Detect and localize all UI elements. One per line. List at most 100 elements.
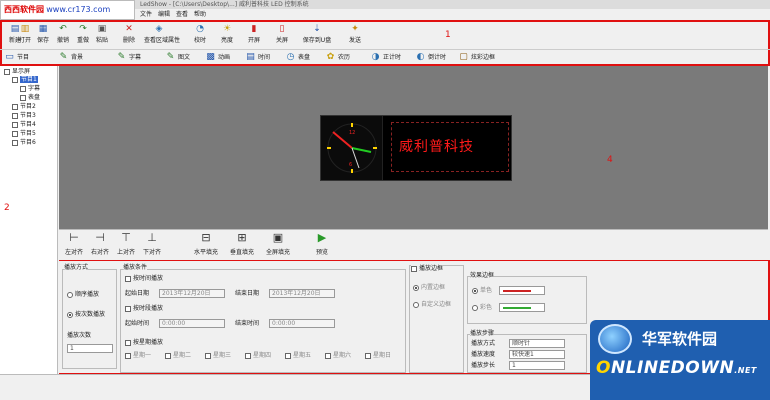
border-checkbox[interactable]: 播放边框 [411, 265, 444, 273]
align-button-3[interactable]: ⊥ 下对齐 [137, 232, 167, 256]
insert-button-10[interactable]: ▢ 炫彩边框 [458, 52, 495, 63]
toolbar-button-7[interactable]: ◈ 查看区域属性 [144, 24, 180, 44]
end-time-input[interactable]: 0:00:00 [269, 319, 335, 328]
border-mode-select[interactable]: 顺时针 [509, 339, 565, 348]
menu-help[interactable]: 帮助 [194, 9, 206, 20]
toolbar-button-5[interactable]: ▣ 粘贴 [87, 24, 117, 44]
week-checkbox[interactable]: 按星期播放 [125, 339, 163, 347]
checkbox-icon[interactable] [205, 352, 211, 359]
weekday-checkbox[interactable]: 星期二 [165, 352, 191, 360]
program-node-icon[interactable] [12, 76, 18, 83]
align-button-7[interactable]: ▶ 预览 [307, 232, 337, 256]
time-checkbox[interactable]: 按时段播放 [125, 305, 163, 313]
expand-icon[interactable] [4, 68, 10, 75]
checkbox-icon[interactable] [125, 352, 131, 359]
toolbar-button-13[interactable]: ✦ 发送 [340, 24, 370, 44]
border-speed-select[interactable]: 较快速1 [509, 350, 565, 359]
weekday-checkbox[interactable]: 星期一 [125, 352, 151, 360]
border-step-select[interactable]: 1 [509, 361, 565, 370]
preset-border-radio[interactable]: 内置边框 [413, 284, 445, 292]
align-button-4[interactable]: ⊟ 水平填充 [191, 232, 221, 256]
fill-screen-icon: ▣ [272, 231, 284, 244]
align-button-5[interactable]: ⊞ 垂直填充 [227, 232, 257, 256]
program-node-icon[interactable] [12, 112, 18, 119]
insert-button-8[interactable]: ◑ 正计时 [370, 52, 401, 63]
toolbar-button-12[interactable]: ⇣ 保存到U盘 [302, 24, 332, 44]
colorful-swatch[interactable] [499, 303, 545, 312]
clock-sync-icon: ◔ [196, 24, 204, 34]
toolbar-button-9[interactable]: ☀ 亮度 [212, 24, 242, 44]
radio-icon[interactable] [472, 304, 478, 311]
clock-dial-region[interactable]: 12 6 [321, 116, 383, 180]
toolbar-button-10[interactable]: ▮ 开屏 [239, 24, 269, 44]
start-date-input[interactable]: 2013年12月20日 [159, 289, 225, 298]
checkbox-icon[interactable] [411, 265, 417, 272]
insert-button-7[interactable]: ✿ 农历 [325, 52, 350, 63]
insert-button-1[interactable]: ✎ 背景 [58, 52, 83, 63]
program-tree[interactable]: 显示屏 节目1 字幕 表盘 节目2 节目3 节目4 节目5 节目6 [0, 66, 58, 400]
single-color-swatch[interactable] [499, 286, 545, 295]
insert-button-6[interactable]: ◷ 表盘 [285, 52, 310, 63]
radio-selected-icon[interactable] [67, 311, 73, 318]
date-checkbox[interactable]: 按时间播放 [125, 275, 163, 283]
align-button-6[interactable]: ▣ 全屏填充 [263, 231, 293, 256]
toolbar-button-6[interactable]: ✕ 删除 [114, 24, 144, 44]
checkbox-icon[interactable] [165, 352, 171, 359]
radio-icon[interactable] [413, 301, 419, 308]
tree-item[interactable]: 节目6 [12, 139, 36, 147]
insert-button-3[interactable]: ✎ 图文 [165, 52, 190, 63]
checkbox-icon[interactable] [125, 339, 131, 346]
weekday-checkbox[interactable]: 星期六 [325, 352, 351, 360]
program-node-icon[interactable] [12, 103, 18, 110]
weekday-checkbox[interactable]: 星期三 [205, 352, 231, 360]
program-node-icon[interactable] [12, 121, 18, 128]
checkbox-icon[interactable] [245, 352, 251, 359]
menu-view[interactable]: 查看 [176, 9, 188, 20]
radio-selected-icon[interactable] [472, 287, 478, 294]
tree-item[interactable]: 节目3 [12, 112, 36, 120]
checkbox-icon[interactable] [285, 352, 291, 359]
tree-item[interactable]: 节目5 [12, 130, 36, 138]
led-preview[interactable]: 12 6 威利普科技 [320, 115, 512, 181]
tree-item[interactable]: 字幕 [20, 85, 40, 93]
weekday-checkbox[interactable]: 星期四 [245, 352, 271, 360]
play-mode-title: 播放方式 [64, 264, 89, 272]
program-node-icon[interactable] [12, 139, 18, 146]
start-time-input[interactable]: 0:00:00 [159, 319, 225, 328]
single-color-radio[interactable]: 单色 [472, 287, 492, 295]
tree-item[interactable]: 节目2 [12, 103, 36, 111]
count-radio[interactable]: 按次数播放 [67, 311, 105, 319]
border-check-label: 播放边框 [419, 265, 444, 272]
tree-root[interactable]: 显示屏 [4, 68, 30, 76]
menu-edit[interactable]: 编辑 [158, 9, 170, 20]
program-node-icon[interactable] [12, 130, 18, 137]
checkbox-icon[interactable] [125, 305, 131, 312]
custom-border-radio[interactable]: 自定义边框 [413, 301, 451, 309]
radio-selected-icon[interactable] [413, 284, 419, 291]
checkbox-icon[interactable] [365, 352, 371, 359]
radio-icon[interactable] [67, 291, 73, 298]
window-title: LedShow - [C:\Users\Desktop\...] 威利普科技 L… [140, 1, 309, 8]
menu-file[interactable]: 文件 [140, 9, 152, 20]
tree-item[interactable]: 节目4 [12, 121, 36, 129]
program-node-icon[interactable] [20, 94, 26, 101]
tree-item[interactable]: 表盘 [20, 94, 40, 102]
insert-button-4[interactable]: ▩ 动画 [205, 52, 230, 63]
toolbar-button-8[interactable]: ◔ 校时 [185, 24, 215, 44]
sequential-radio[interactable]: 顺序播放 [67, 291, 99, 299]
end-date-input[interactable]: 2013年12月20日 [269, 289, 335, 298]
tree-item[interactable]: 节目1 [12, 76, 38, 84]
toolbar-button-11[interactable]: ▯ 关屏 [267, 24, 297, 44]
insert-button-9[interactable]: ◐ 倒计时 [415, 52, 446, 63]
checkbox-icon[interactable] [325, 352, 331, 359]
play-count-input[interactable]: 1 [67, 344, 113, 353]
program-node-icon[interactable] [20, 85, 26, 92]
weekday-checkbox[interactable]: 星期日 [365, 352, 391, 360]
insert-button-2[interactable]: ✎ 字幕 [116, 52, 141, 63]
colorful-radio[interactable]: 彩色 [472, 304, 492, 312]
insert-button-0[interactable]: ▭ 节目 [4, 52, 29, 63]
weekday-checkbox[interactable]: 星期五 [285, 352, 311, 360]
insert-button-label: 背景 [71, 54, 84, 61]
insert-button-5[interactable]: ▤ 时间 [245, 52, 270, 63]
checkbox-icon[interactable] [125, 275, 131, 282]
